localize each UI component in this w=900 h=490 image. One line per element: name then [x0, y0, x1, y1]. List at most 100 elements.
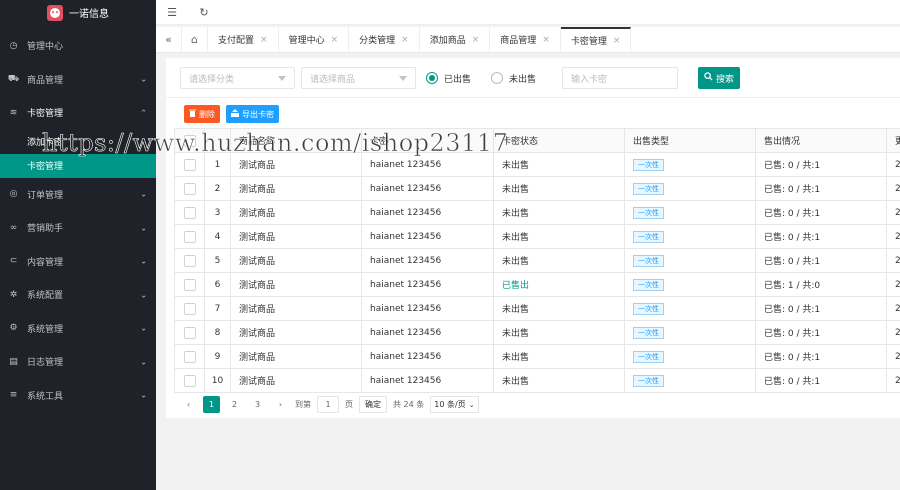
- page-button-2[interactable]: 2: [226, 396, 243, 413]
- order-icon: ◎: [9, 189, 18, 200]
- table-row[interactable]: 10测试商品haianet 123456未出售一次性 已售: 0 / 共:12: [174, 368, 900, 393]
- cell-type: 一次性: [624, 224, 756, 249]
- sidebar-item-9[interactable]: ≡ 系统工具 ⌄: [0, 379, 156, 413]
- page-size-value: 10 条/页: [434, 400, 466, 409]
- page-size-select[interactable]: 10 条/页 ⌄: [430, 396, 479, 413]
- chevron-down-icon: ⌄: [140, 223, 147, 233]
- radio-unchecked-icon: [491, 72, 504, 84]
- refresh-icon[interactable]: ↻: [198, 6, 210, 19]
- radio-unsold[interactable]: 未出售: [491, 72, 536, 85]
- card-search-input[interactable]: 输入卡密: [562, 67, 679, 89]
- type-badge: 一次性: [633, 182, 664, 195]
- sidebar-subitem-2-0[interactable]: 添加卡密: [0, 130, 156, 154]
- sidebar-item-label: 营销助手: [27, 224, 64, 235]
- table-row[interactable]: 6测试商品haianet 123456已售出一次性 已售: 1 / 共:02: [174, 272, 900, 297]
- delete-button[interactable]: 删除: [184, 105, 220, 123]
- tab-1[interactable]: 管理中心 ×: [279, 27, 350, 52]
- menu-toggle-icon[interactable]: ☰: [166, 6, 178, 19]
- cell-sold: 已售: 0 / 共:1: [755, 176, 887, 201]
- close-icon[interactable]: ×: [401, 35, 409, 45]
- prev-page-icon[interactable]: ‹: [180, 396, 197, 413]
- cell-type: 一次性: [624, 320, 756, 345]
- search-button[interactable]: 搜索: [698, 67, 741, 89]
- row-checkbox[interactable]: [174, 176, 205, 201]
- column-header-extra: 更: [886, 128, 900, 153]
- table-row[interactable]: 4测试商品haianet 123456未出售一次性 已售: 0 / 共:12: [174, 224, 900, 249]
- close-icon[interactable]: ×: [542, 35, 550, 45]
- table-row[interactable]: 2测试商品haianet 123456未出售一次性已售: 0 / 共:12: [174, 176, 900, 201]
- tab-label: 支付配置: [218, 36, 255, 46]
- table-row[interactable]: 1测试商品haianet 123456未出售一次性 已售: 0 / 共:12: [174, 152, 900, 177]
- sidebar-item-1[interactable]: ⛟ 商品管理 ⌄: [0, 63, 156, 97]
- cell-extra: 2: [886, 320, 900, 345]
- chevron-down-icon: ⌄: [140, 323, 147, 333]
- cell-index: 1: [204, 152, 231, 177]
- tab-label: 分类管理: [359, 36, 396, 46]
- row-checkbox[interactable]: [174, 320, 205, 345]
- tab-5[interactable]: 卡密管理 ×: [560, 27, 632, 52]
- row-checkbox[interactable]: [174, 368, 205, 393]
- table-row[interactable]: 3测试商品haianet 123456未出售一次性 已售: 0 / 共:12: [174, 200, 900, 225]
- tab-0[interactable]: 支付配置 ×: [208, 27, 279, 52]
- radio-sold[interactable]: 已出售: [426, 72, 471, 85]
- close-icon[interactable]: ×: [260, 35, 268, 45]
- tab-2[interactable]: 分类管理 ×: [349, 27, 420, 52]
- caret-down-icon: [399, 76, 407, 81]
- row-checkbox[interactable]: [174, 152, 205, 177]
- export-button[interactable]: 导出卡密: [226, 105, 279, 123]
- dashboard-icon: ◷: [9, 40, 18, 51]
- filter-bar: 请选择分类 请选择商品 已出售 未出售 输入卡密 搜索: [180, 67, 741, 89]
- select-all-checkbox[interactable]: [174, 128, 205, 153]
- row-checkbox[interactable]: [174, 296, 205, 321]
- table-row[interactable]: 8测试商品haianet 123456未出售一次性 已售: 0 / 共:12: [174, 320, 900, 345]
- row-checkbox[interactable]: [174, 272, 205, 297]
- page-button-3[interactable]: 3: [249, 396, 266, 413]
- close-icon[interactable]: ×: [613, 36, 621, 46]
- tabs-scroll-left-icon[interactable]: «: [156, 27, 182, 52]
- cell-type: 一次性: [624, 248, 756, 273]
- table-row[interactable]: 9测试商品haianet 123456未出售一次性 已售: 0 / 共:12: [174, 344, 900, 369]
- row-checkbox[interactable]: [174, 344, 205, 369]
- sidebar-item-label: 订单管理: [27, 190, 64, 201]
- sidebar-item-label: 系统配置: [27, 291, 64, 302]
- row-checkbox[interactable]: [174, 224, 205, 249]
- cell-status: 未出售: [493, 368, 625, 393]
- table-row[interactable]: 5测试商品haianet 123456未出售一次性 已售: 0 / 共:12: [174, 248, 900, 273]
- goto-suffix: 页: [345, 400, 353, 409]
- sidebar-item-label: 卡密管理: [27, 109, 64, 120]
- sidebar-item-label: 系统管理: [27, 324, 64, 335]
- cell-extra: 2: [886, 248, 900, 273]
- sidebar-item-2[interactable]: ≋ 卡密管理 ⌃: [0, 96, 156, 130]
- tab-4[interactable]: 商品管理 ×: [490, 27, 561, 52]
- close-icon[interactable]: ×: [472, 35, 480, 45]
- goto-page-input[interactable]: 1: [317, 396, 339, 413]
- sidebar-subitem-2-1[interactable]: 卡密管理: [0, 153, 156, 178]
- goto-confirm-button[interactable]: 确定: [359, 396, 387, 413]
- cell-type: 一次性: [624, 272, 756, 297]
- row-checkbox[interactable]: [174, 248, 205, 273]
- category-select[interactable]: 请选择分类: [180, 67, 295, 89]
- tab-label: 管理中心: [288, 36, 325, 46]
- sidebar-item-0[interactable]: ◷ 管理中心: [0, 29, 156, 63]
- cell-sold: 已售: 0 / 共:1: [755, 248, 887, 273]
- home-tab-icon[interactable]: ⌂: [182, 27, 208, 52]
- brand[interactable]: 一诺信息: [0, 0, 156, 25]
- product-select[interactable]: 请选择商品: [301, 67, 416, 89]
- goto-prefix: 到第: [295, 400, 311, 409]
- close-icon[interactable]: ×: [331, 35, 339, 45]
- page-button-1[interactable]: 1: [203, 396, 220, 413]
- sidebar-item-7[interactable]: ⚙ 系统管理 ⌄: [0, 312, 156, 346]
- row-checkbox[interactable]: [174, 200, 205, 225]
- cell-name: 测试商品: [230, 152, 362, 177]
- chevron-up-icon: ⌃: [140, 108, 147, 118]
- sidebar-item-6[interactable]: ✲ 系统配置 ⌄: [0, 278, 156, 312]
- next-page-icon[interactable]: ›: [272, 396, 289, 413]
- sidebar-item-8[interactable]: ▤ 日志管理 ⌄: [0, 345, 156, 379]
- cell-type: 一次性: [624, 296, 756, 321]
- sidebar-item-3[interactable]: ◎ 订单管理 ⌄: [0, 178, 156, 212]
- sidebar-item-5[interactable]: ⊂ 内容管理 ⌄: [0, 245, 156, 279]
- sidebar-item-label: 内容管理: [27, 257, 64, 268]
- sidebar-item-4[interactable]: ∞ 营销助手 ⌄: [0, 211, 156, 245]
- tab-3[interactable]: 添加商品 ×: [420, 27, 491, 52]
- table-row[interactable]: 7测试商品haianet 123456未出售一次性 已售: 0 / 共:12: [174, 296, 900, 321]
